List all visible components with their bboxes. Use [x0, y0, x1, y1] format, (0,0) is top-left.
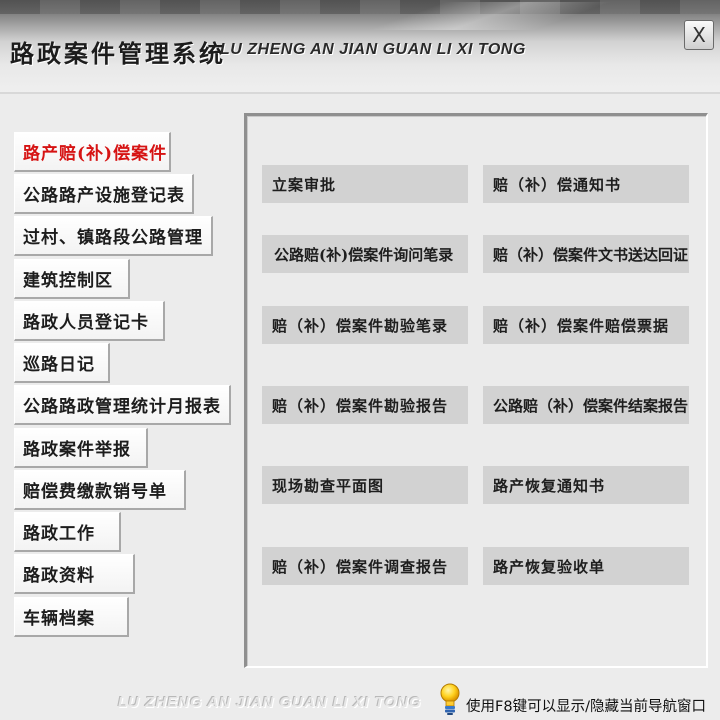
main-panel: 立案审批 赔（补）偿通知书 公路赔(补)偿案件询问笔录 赔（补）偿案件文书送达回… [244, 113, 708, 668]
doc-button-service-receipt[interactable]: 赔（补）偿案件文书送达回证 [483, 235, 689, 273]
doc-button-inspection-report[interactable]: 赔（补）偿案件勘验报告 [262, 386, 468, 424]
sidebar-item-village-road-management[interactable]: 过村、镇路段公路管理 [14, 216, 213, 256]
close-icon: X [692, 23, 706, 47]
sidebar-item-compensation-case[interactable]: 路产赔(补)偿案件 [14, 132, 171, 172]
sidebar-item-monthly-statistics-report[interactable]: 公路路政管理统计月报表 [14, 385, 231, 425]
doc-button-site-plan[interactable]: 现场勘查平面图 [262, 466, 468, 504]
sidebar-item-building-control-zone[interactable]: 建筑控制区 [14, 259, 130, 299]
app-subtitle: LU ZHENG AN JIAN GUAN LI XI TONG [220, 41, 526, 58]
sidebar-item-road-admin-work[interactable]: 路政工作 [14, 512, 121, 552]
sidebar-item-road-asset-register[interactable]: 公路路产设施登记表 [14, 174, 194, 214]
doc-button-case-approval[interactable]: 立案审批 [262, 165, 468, 203]
sidebar-item-road-admin-materials[interactable]: 路政资料 [14, 554, 135, 594]
doc-button-investigation-report[interactable]: 赔（补）偿案件调查报告 [262, 547, 468, 585]
footer-brand: LU ZHENG AN JIAN GUAN LI XI TONG [118, 694, 422, 711]
sidebar-item-payment-cancellation-slip[interactable]: 赔偿费缴款销号单 [14, 470, 186, 510]
doc-button-restoration-notice[interactable]: 路产恢复通知书 [483, 466, 689, 504]
close-button[interactable]: X [684, 20, 714, 50]
doc-button-closing-report[interactable]: 公路赔（补）偿案件结案报告 [483, 386, 689, 424]
doc-button-compensation-notice[interactable]: 赔（补）偿通知书 [483, 165, 689, 203]
sidebar-item-patrol-diary[interactable]: 巡路日记 [14, 343, 110, 383]
doc-button-inquiry-record[interactable]: 公路赔(补)偿案件询问笔录 [262, 235, 468, 273]
sidebar-item-vehicle-archive[interactable]: 车辆档案 [14, 597, 129, 637]
f8-hint-text: 使用F8键可以显示/隐藏当前导航窗口 [466, 699, 706, 715]
lightbulb-icon [440, 683, 460, 715]
header-divider [0, 92, 720, 94]
title-bar: 路政案件管理系统 LU ZHENG AN JIAN GUAN LI XI TON… [0, 0, 720, 92]
sidebar-item-case-report[interactable]: 路政案件举报 [14, 428, 148, 468]
sidebar-item-staff-register-card[interactable]: 路政人员登记卡 [14, 301, 165, 341]
app-title: 路政案件管理系统 [10, 39, 226, 68]
doc-button-restoration-acceptance[interactable]: 路产恢复验收单 [483, 547, 689, 585]
doc-button-compensation-receipt[interactable]: 赔（补）偿案件赔偿票据 [483, 306, 689, 344]
doc-button-inspection-record[interactable]: 赔（补）偿案件勘验笔录 [262, 306, 468, 344]
